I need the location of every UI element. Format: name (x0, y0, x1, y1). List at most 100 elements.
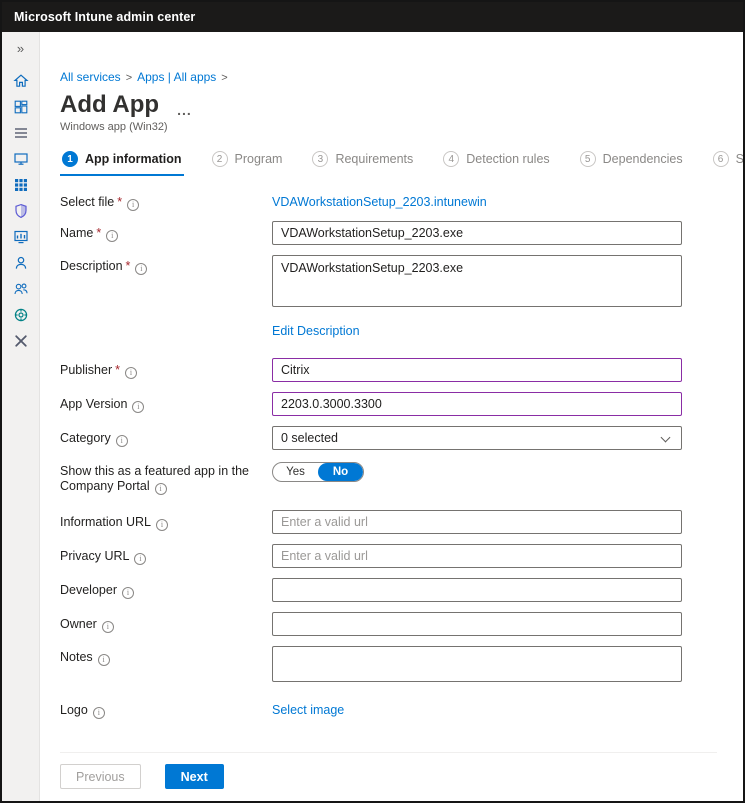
page-subtitle: Windows app (Win32) (60, 121, 717, 133)
step-number-badge: 2 (212, 151, 228, 167)
info-icon[interactable] (93, 707, 105, 719)
owner-row: Owner (60, 612, 717, 636)
troubleshooting-support-icon[interactable] (7, 328, 35, 354)
chevron-down-icon (661, 433, 671, 443)
tenant-administration-icon[interactable] (7, 302, 35, 328)
all-services-icon[interactable] (7, 120, 35, 146)
breadcrumb: All services > Apps | All apps > (60, 70, 717, 84)
info-icon[interactable] (155, 483, 167, 495)
logo-row: Logo Select image (60, 701, 717, 719)
information-url-input[interactable] (272, 510, 682, 534)
tab-app-information[interactable]: 1 App information (60, 149, 184, 176)
sidebar-expand-icon[interactable] (17, 38, 24, 60)
info-icon[interactable] (106, 230, 118, 242)
required-marker: * (115, 363, 120, 377)
notes-textarea[interactable] (272, 646, 682, 682)
description-textarea[interactable]: VDAWorkstationSetup_2203.exe (272, 255, 682, 307)
required-marker: * (117, 195, 122, 209)
owner-input[interactable] (272, 612, 682, 636)
publisher-input[interactable] (272, 358, 682, 382)
information-url-row: Information URL (60, 510, 717, 534)
name-input[interactable] (272, 221, 682, 245)
tab-supersedence[interactable]: 6 Supersedence (711, 149, 743, 176)
name-row: Name* (60, 221, 717, 245)
app-version-input[interactable] (272, 392, 682, 416)
info-icon[interactable] (134, 553, 146, 565)
tab-detection-rules[interactable]: 4 Detection rules (441, 149, 551, 176)
users-icon[interactable] (7, 250, 35, 276)
info-icon[interactable] (125, 367, 137, 379)
dashboard-icon[interactable] (7, 94, 35, 120)
category-label: Category (60, 430, 272, 447)
breadcrumb-all-services[interactable]: All services (60, 70, 121, 84)
category-selected-value: 0 selected (281, 431, 338, 445)
toggle-option-no[interactable]: No (318, 463, 363, 481)
app-information-form: Select file* VDAWorkstationSetup_2203.in… (60, 193, 717, 719)
app-title: Microsoft Intune admin center (14, 10, 195, 24)
wizard-footer: Previous Next (60, 752, 717, 789)
tab-label: Dependencies (603, 152, 683, 166)
top-bar: Microsoft Intune admin center (2, 2, 743, 32)
breadcrumb-separator: > (221, 72, 227, 84)
reports-icon[interactable] (7, 224, 35, 250)
select-image-link[interactable]: Select image (272, 703, 344, 717)
featured-app-toggle[interactable]: Yes No (272, 462, 364, 482)
step-number-badge: 1 (62, 151, 78, 167)
category-row: Category 0 selected (60, 426, 717, 450)
breadcrumb-separator: > (126, 72, 132, 84)
shell: All services>Apps | All apps> Add App ..… (2, 32, 743, 801)
required-marker: * (96, 226, 101, 240)
endpoint-security-icon[interactable] (7, 198, 35, 224)
tab-dependencies[interactable]: 5 Dependencies (578, 149, 685, 176)
previous-button[interactable]: Previous (60, 764, 141, 789)
developer-row: Developer (60, 578, 717, 602)
required-marker: * (126, 259, 131, 273)
next-button[interactable]: Next (165, 764, 224, 789)
app-version-row: App Version (60, 392, 717, 416)
tab-label: Detection rules (466, 152, 549, 166)
description-row: Description* VDAWorkstationSetup_2203.ex… (60, 255, 717, 312)
developer-input[interactable] (272, 578, 682, 602)
app-version-label: App Version (60, 396, 272, 413)
more-options-button[interactable]: ... (177, 101, 192, 119)
groups-icon[interactable] (7, 276, 35, 302)
info-icon[interactable] (132, 401, 144, 413)
category-dropdown[interactable]: 0 selected (272, 426, 682, 450)
name-label: Name* (60, 225, 272, 242)
breadcrumb-apps-all-apps[interactable]: Apps | All apps (137, 70, 216, 84)
main-content: All services>Apps | All apps> Add App ..… (40, 32, 743, 801)
info-icon[interactable] (135, 263, 147, 275)
info-icon[interactable] (122, 587, 134, 599)
info-icon[interactable] (156, 519, 168, 531)
publisher-row: Publisher* (60, 358, 717, 382)
apps-icon[interactable] (7, 172, 35, 198)
edit-description-link[interactable]: Edit Description (272, 324, 360, 338)
privacy-url-input[interactable] (272, 544, 682, 568)
selected-file-link[interactable]: VDAWorkstationSetup_2203.intunewin (272, 195, 487, 209)
home-icon[interactable] (7, 68, 35, 94)
info-icon[interactable] (116, 435, 128, 447)
step-number-badge: 6 (713, 151, 729, 167)
developer-label: Developer (60, 582, 272, 599)
publisher-label: Publisher* (60, 362, 272, 379)
tab-label: Program (235, 152, 283, 166)
tab-label: Requirements (335, 152, 413, 166)
step-number-badge: 4 (443, 151, 459, 167)
devices-icon[interactable] (7, 146, 35, 172)
privacy-url-label: Privacy URL (60, 548, 272, 565)
tab-label: App information (85, 152, 182, 166)
select-file-label: Select file* (60, 194, 272, 211)
privacy-url-row: Privacy URL (60, 544, 717, 568)
owner-label: Owner (60, 616, 272, 633)
edit-description-row: Edit Description (60, 322, 717, 340)
logo-label: Logo (60, 702, 272, 719)
toggle-option-yes[interactable]: Yes (273, 463, 318, 481)
info-icon[interactable] (98, 654, 110, 666)
select-file-row: Select file* VDAWorkstationSetup_2203.in… (60, 193, 717, 211)
featured-app-row: Show this as a featured app in the Compa… (60, 460, 717, 495)
featured-app-label: Show this as a featured app in the Compa… (60, 460, 272, 495)
info-icon[interactable] (127, 199, 139, 211)
tab-program[interactable]: 2 Program (210, 149, 285, 176)
tab-requirements[interactable]: 3 Requirements (310, 149, 415, 176)
info-icon[interactable] (102, 621, 114, 633)
